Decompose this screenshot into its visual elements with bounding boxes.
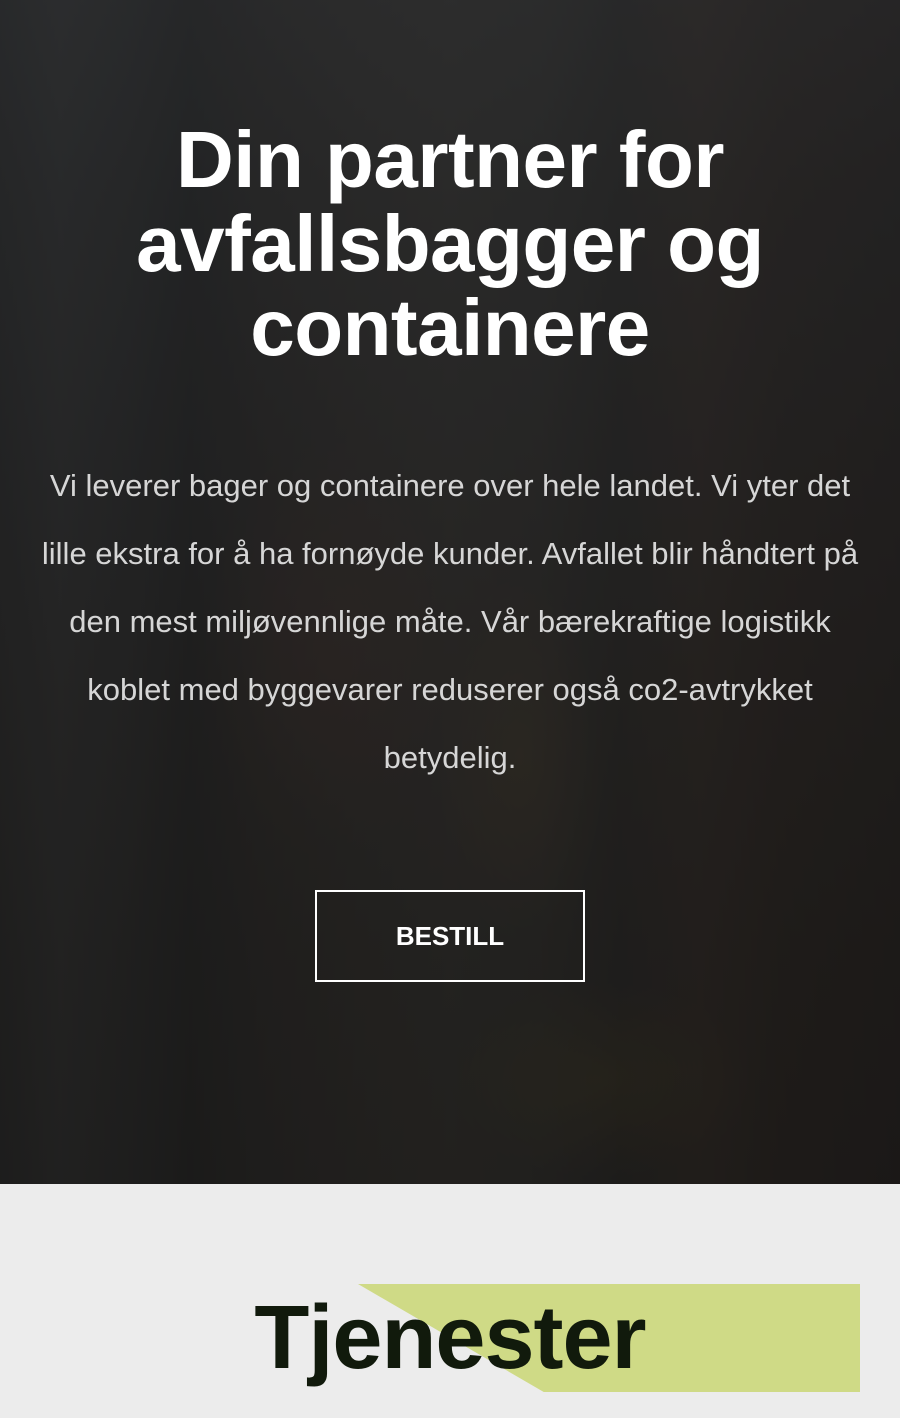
hero-description: Vi leverer bager og containere over hele… [41,468,859,775]
hero-title: Din partner for avfallsbagger og contain… [136,115,764,372]
hero-section: Din partner for avfallsbagger og contain… [0,0,900,1184]
services-title: Tjenester [254,1288,646,1388]
services-section: Tjenester [0,1184,900,1418]
order-button[interactable]: BESTILL [315,890,585,982]
